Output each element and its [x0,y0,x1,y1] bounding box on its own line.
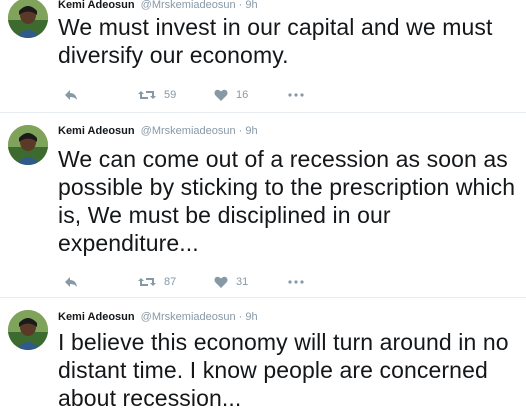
retweet-icon [138,91,156,99]
retweet-count: 59 [164,89,177,101]
tweet-text: We must invest in our capital and we mus… [58,14,493,68]
tweet[interactable]: Kemi Adeosun @Mrskemiadeosun · 9h We mus… [0,0,526,111]
author-name[interactable]: Kemi Adeosun [58,0,135,11]
avatar[interactable] [8,0,48,38]
tweet-text: I believe this economy will turn around … [58,329,509,411]
timestamp[interactable]: 9h [245,125,257,137]
reply-button[interactable] [64,274,78,290]
like-count: 31 [236,276,249,288]
avatar-image [8,125,48,165]
avatar[interactable] [8,310,48,350]
author-name[interactable]: Kemi Adeosun [58,125,135,137]
divider [0,112,526,113]
divider [0,297,526,298]
like-count: 16 [236,89,249,101]
avatar-image [8,0,48,38]
like-button[interactable]: 16 [214,87,248,103]
tweet-header: Kemi Adeosun @Mrskemiadeosun · 9h [58,0,258,12]
timestamp[interactable]: 9h [245,311,257,323]
retweet-icon [138,278,156,286]
heart-icon [214,89,228,101]
retweet-button[interactable]: 87 [138,274,176,290]
author-handle[interactable]: @Mrskemiadeosun [141,125,236,137]
more-icon [288,280,304,284]
more-button[interactable] [288,87,304,103]
avatar-image [8,310,48,350]
author-handle[interactable]: @Mrskemiadeosun [141,311,236,323]
tweet-header: Kemi Adeosun @Mrskemiadeosun · 9h [58,124,258,138]
more-icon [288,93,304,97]
heart-icon [214,276,228,288]
retweet-count: 87 [164,276,177,288]
tweet[interactable]: Kemi Adeosun @Mrskemiadeosun · 9h We can… [0,116,526,298]
avatar[interactable] [8,125,48,165]
separator: · [238,311,243,323]
tweet-header: Kemi Adeosun @Mrskemiadeosun · 9h [58,310,258,324]
tweet[interactable]: Kemi Adeosun @Mrskemiadeosun · 9h I beli… [0,300,526,420]
timestamp[interactable]: 9h [245,0,257,11]
separator: · [238,125,243,137]
reply-icon [65,277,77,287]
tweet-text: We can come out of a recession as soon a… [58,146,516,256]
separator: · [238,0,243,11]
like-button[interactable]: 31 [214,274,248,290]
tweet-feed: Kemi Adeosun @Mrskemiadeosun · 9h We mus… [0,0,526,420]
reply-icon [65,90,77,100]
more-button[interactable] [288,274,304,290]
author-name[interactable]: Kemi Adeosun [58,311,135,323]
reply-button[interactable] [64,87,78,103]
retweet-button[interactable]: 59 [138,87,176,103]
author-handle[interactable]: @Mrskemiadeosun [141,0,236,11]
